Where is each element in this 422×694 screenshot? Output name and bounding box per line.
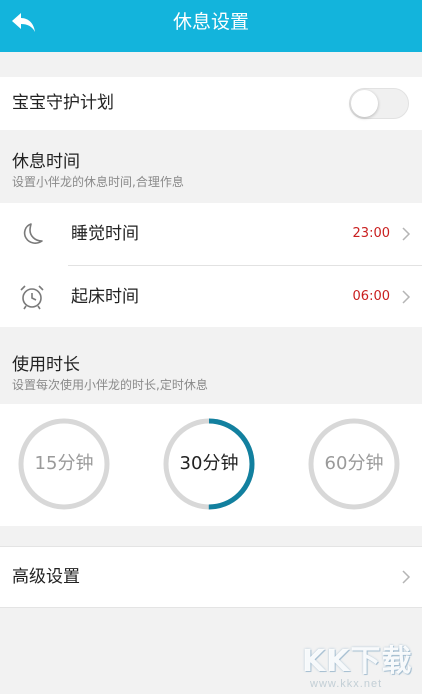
watermark-url: www.kkx.net	[310, 678, 383, 690]
duration-option-label: 15分钟	[34, 453, 94, 474]
toggle-knob	[351, 90, 378, 117]
duration-section-subtitle: 设置每次使用小伴龙的时长,定时休息	[12, 378, 208, 392]
alarm-clock-icon	[20, 285, 44, 310]
sleep-time-label: 睡觉时间	[71, 224, 139, 244]
duration-option-label: 30分钟	[179, 453, 239, 474]
sleep-time-row[interactable]: 睡觉时间 23:00	[0, 203, 422, 265]
chevron-right-icon	[402, 290, 411, 304]
duration-section-title: 使用时长	[12, 355, 80, 375]
guard-plan-label: 宝宝守护计划	[12, 93, 114, 113]
page-title: 休息设置	[172, 11, 249, 33]
watermark-logo: KK下载	[302, 644, 413, 679]
chevron-right-icon	[402, 227, 411, 241]
wake-time-label: 起床时间	[71, 287, 139, 307]
duration-option-15[interactable]: 15分钟	[17, 417, 111, 511]
duration-option-label: 60分钟	[324, 453, 384, 474]
rest-section-subtitle: 设置小伴龙的休息时间,合理作息	[12, 175, 184, 189]
site-watermark: KK下载 www.kkx.net	[302, 636, 414, 692]
duration-option-30[interactable]: 30分钟	[162, 417, 256, 511]
rest-section-title: 休息时间	[12, 152, 80, 172]
chevron-right-icon	[402, 570, 411, 584]
wake-time-value: 06:00	[352, 289, 390, 304]
moon-icon	[23, 223, 43, 244]
advanced-settings-label: 高级设置	[12, 567, 80, 587]
guard-plan-toggle[interactable]	[349, 88, 409, 119]
duration-option-60[interactable]: 60分钟	[307, 417, 401, 511]
wake-time-row[interactable]: 起床时间 06:00	[0, 266, 422, 328]
header-bar: 休息设置	[0, 0, 422, 52]
sleep-time-value: 23:00	[352, 226, 390, 241]
advanced-settings-row[interactable]: 高级设置	[0, 546, 422, 608]
